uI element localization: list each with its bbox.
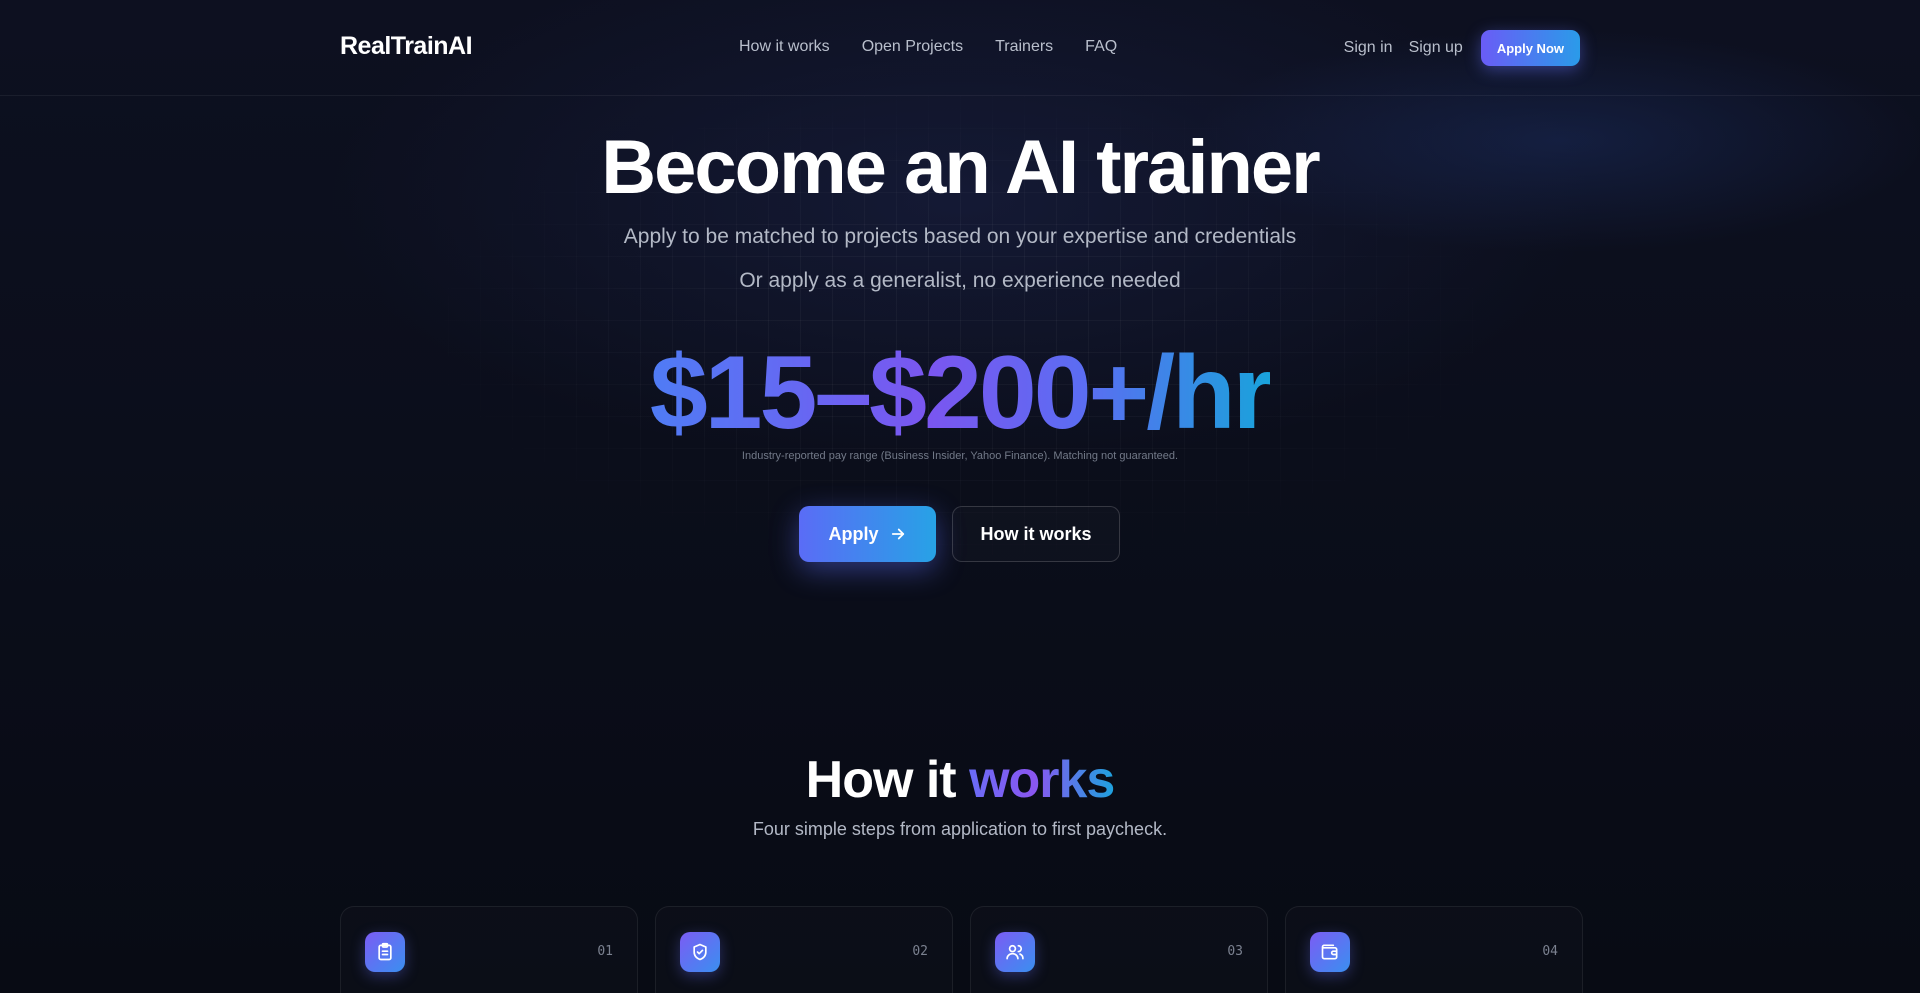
clipboard-icon	[365, 932, 405, 972]
pay-range-text: $15–$200+/hr	[649, 335, 1273, 451]
nav-open-projects[interactable]: Open Projects	[862, 38, 963, 56]
section-title-accent: works	[969, 751, 1115, 809]
shield-check-icon	[680, 932, 720, 972]
hero-title: Become an AI trainer	[601, 125, 1320, 210]
landing-page: RealTrainAI How it works Open Projects T…	[0, 0, 1920, 993]
apply-button[interactable]: Apply	[799, 506, 936, 562]
wallet-icon	[1310, 932, 1350, 972]
hero-subtitle-generalist: Or apply as a generalist, no experience …	[739, 269, 1181, 292]
pay-range: $15–$200+/hr	[0, 333, 1920, 453]
users-icon	[995, 932, 1035, 972]
step-card: 01	[340, 906, 638, 993]
step-card: 02	[655, 906, 953, 993]
site-header: RealTrainAI How it works Open Projects T…	[0, 0, 1920, 96]
step-card: 03	[970, 906, 1268, 993]
how-it-works-button[interactable]: How it works	[952, 506, 1120, 562]
step-number: 04	[1542, 944, 1558, 959]
nav-trainers[interactable]: Trainers	[995, 38, 1053, 56]
section-title: How it works	[0, 748, 1920, 812]
apply-button-label: Apply	[828, 523, 879, 544]
pay-disclaimer: Industry-reported pay range (Business In…	[741, 450, 1179, 462]
nav-faq[interactable]: FAQ	[1085, 38, 1117, 56]
auth-links: Sign in Sign up Apply Now	[1344, 30, 1580, 66]
hero-subtitle: Apply to be matched to projects based on…	[623, 225, 1297, 248]
section-subtitle: Four simple steps from application to fi…	[752, 819, 1168, 839]
step-number: 02	[912, 944, 928, 959]
hero-cta-row: Apply How it works	[799, 506, 1120, 562]
steps-list: 01 02 03 04	[340, 906, 1583, 993]
apply-now-button[interactable]: Apply Now	[1480, 30, 1580, 66]
sign-up-link[interactable]: Sign up	[1409, 39, 1463, 57]
section-title-start: How it	[805, 751, 970, 809]
nav-how-it-works[interactable]: How it works	[739, 38, 830, 56]
step-card: 04	[1285, 906, 1583, 993]
arrow-right-icon	[891, 528, 904, 540]
main-nav: How it works Open Projects Trainers FAQ	[739, 38, 1117, 56]
logo[interactable]: RealTrainAI	[340, 32, 473, 61]
sign-in-link[interactable]: Sign in	[1344, 39, 1393, 57]
step-number: 01	[597, 944, 613, 959]
step-number: 03	[1227, 944, 1243, 959]
